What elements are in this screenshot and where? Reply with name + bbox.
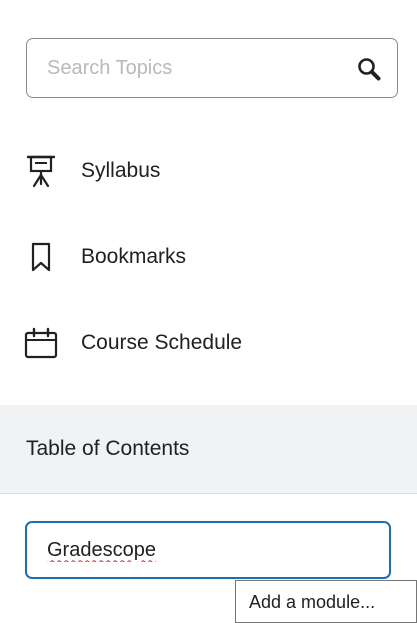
nav-item-label: Course Schedule	[81, 331, 243, 354]
search-box[interactable]	[26, 38, 398, 98]
search-icon	[358, 58, 381, 81]
nav-item-course-schedule[interactable]: Course Schedule	[24, 323, 242, 363]
nav-item-label: Syllabus	[81, 159, 161, 182]
calendar-icon	[24, 326, 58, 360]
table-of-contents[interactable]: Table of Contents	[0, 405, 417, 494]
add-module-tooltip: Add a module...	[235, 580, 417, 623]
table-of-contents-label: Table of Contents	[26, 437, 190, 460]
presentation-icon	[24, 154, 58, 188]
tooltip-text: Add a module...	[249, 592, 376, 612]
bookmark-icon	[24, 240, 58, 274]
nav-item-syllabus[interactable]: Syllabus	[24, 151, 160, 191]
module-name-input[interactable]	[47, 523, 367, 577]
nav-item-bookmarks[interactable]: Bookmarks	[24, 237, 186, 277]
nav-item-label: Bookmarks	[81, 245, 187, 268]
module-name-field[interactable]	[25, 521, 391, 579]
search-button[interactable]	[354, 54, 384, 84]
search-input[interactable]	[47, 39, 347, 97]
